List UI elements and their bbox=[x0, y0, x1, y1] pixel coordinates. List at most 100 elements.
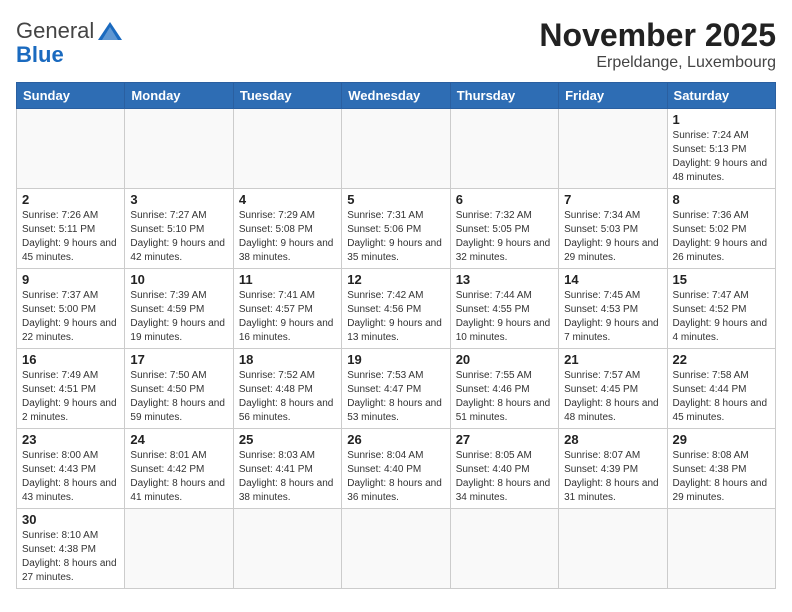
calendar-cell: 13 Sunrise: 7:44 AM Sunset: 4:55 PM Dayli… bbox=[450, 269, 558, 349]
calendar-cell: 3 Sunrise: 7:27 AM Sunset: 5:10 PM Daylig… bbox=[125, 189, 233, 269]
title-area: November 2025 Erpeldange, Luxembourg bbox=[539, 16, 776, 72]
day-info: Sunrise: 8:05 AM Sunset: 4:40 PM Dayligh… bbox=[456, 449, 553, 505]
day-info: Sunrise: 8:04 AM Sunset: 4:40 PM Dayligh… bbox=[347, 449, 444, 505]
day-number: 8 bbox=[673, 192, 770, 207]
day-number: 13 bbox=[456, 272, 553, 287]
day-info: Sunrise: 8:03 AM Sunset: 4:41 PM Dayligh… bbox=[239, 449, 336, 505]
day-number: 4 bbox=[239, 192, 336, 207]
calendar-cell bbox=[342, 509, 450, 589]
location-subtitle: Erpeldange, Luxembourg bbox=[539, 54, 776, 72]
day-number: 15 bbox=[673, 272, 770, 287]
day-info: Sunrise: 8:08 AM Sunset: 4:38 PM Dayligh… bbox=[673, 449, 770, 505]
calendar-cell: 8 Sunrise: 7:36 AM Sunset: 5:02 PM Daylig… bbox=[667, 189, 775, 269]
day-info: Sunrise: 7:36 AM Sunset: 5:02 PM Dayligh… bbox=[673, 209, 770, 265]
day-number: 3 bbox=[130, 192, 227, 207]
calendar-cell: 11Sunrise: 7:41 AM Sunset: 4:57 PM Dayli… bbox=[233, 269, 341, 349]
day-info: Sunrise: 7:34 AM Sunset: 5:03 PM Dayligh… bbox=[564, 209, 661, 265]
calendar-cell: 17 Sunrise: 7:50 AM Sunset: 4:50 PM Dayli… bbox=[125, 349, 233, 429]
day-number: 28 bbox=[564, 432, 661, 447]
day-info: Sunrise: 7:24 AM Sunset: 5:13 PM Dayligh… bbox=[673, 129, 770, 185]
day-info: Sunrise: 8:10 AM Sunset: 4:38 PM Dayligh… bbox=[22, 529, 119, 585]
logo-area: General Blue bbox=[16, 16, 124, 68]
calendar-cell bbox=[559, 109, 667, 189]
calendar-cell: 27 Sunrise: 8:05 AM Sunset: 4:40 PM Dayli… bbox=[450, 429, 558, 509]
calendar-cell: 23 Sunrise: 8:00 AM Sunset: 4:43 PM Dayli… bbox=[17, 429, 125, 509]
calendar-cell bbox=[667, 509, 775, 589]
header-wednesday: Wednesday bbox=[342, 83, 450, 109]
calendar-cell bbox=[559, 509, 667, 589]
calendar-cell bbox=[125, 109, 233, 189]
day-info: Sunrise: 7:57 AM Sunset: 4:45 PM Dayligh… bbox=[564, 369, 661, 425]
calendar-row: 1 Sunrise: 7:24 AM Sunset: 5:13 PM Daylig… bbox=[17, 109, 776, 189]
day-number: 30 bbox=[22, 512, 119, 527]
calendar-row: 23 Sunrise: 8:00 AM Sunset: 4:43 PM Dayli… bbox=[17, 429, 776, 509]
header-saturday: Saturday bbox=[667, 83, 775, 109]
calendar-row: 2Sunrise: 7:26 AM Sunset: 5:11 PM Daylig… bbox=[17, 189, 776, 269]
day-info: Sunrise: 7:52 AM Sunset: 4:48 PM Dayligh… bbox=[239, 369, 336, 425]
header-thursday: Thursday bbox=[450, 83, 558, 109]
calendar-cell: 19Sunrise: 7:53 AM Sunset: 4:47 PM Dayli… bbox=[342, 349, 450, 429]
calendar-cell: 26Sunrise: 8:04 AM Sunset: 4:40 PM Dayli… bbox=[342, 429, 450, 509]
day-info: Sunrise: 7:49 AM Sunset: 4:51 PM Dayligh… bbox=[22, 369, 119, 425]
day-number: 10 bbox=[130, 272, 227, 287]
day-info: Sunrise: 8:00 AM Sunset: 4:43 PM Dayligh… bbox=[22, 449, 119, 505]
day-info: Sunrise: 7:37 AM Sunset: 5:00 PM Dayligh… bbox=[22, 289, 119, 345]
day-number: 7 bbox=[564, 192, 661, 207]
day-info: Sunrise: 7:32 AM Sunset: 5:05 PM Dayligh… bbox=[456, 209, 553, 265]
month-year-title: November 2025 bbox=[539, 16, 776, 54]
calendar-cell: 25Sunrise: 8:03 AM Sunset: 4:41 PM Dayli… bbox=[233, 429, 341, 509]
day-number: 6 bbox=[456, 192, 553, 207]
day-number: 2 bbox=[22, 192, 119, 207]
calendar-row: 16 Sunrise: 7:49 AM Sunset: 4:51 PM Dayli… bbox=[17, 349, 776, 429]
calendar-cell: 14 Sunrise: 7:45 AM Sunset: 4:53 PM Dayli… bbox=[559, 269, 667, 349]
day-info: Sunrise: 7:55 AM Sunset: 4:46 PM Dayligh… bbox=[456, 369, 553, 425]
day-info: Sunrise: 7:47 AM Sunset: 4:52 PM Dayligh… bbox=[673, 289, 770, 345]
day-number: 5 bbox=[347, 192, 444, 207]
day-number: 11 bbox=[239, 272, 336, 287]
calendar-cell bbox=[17, 109, 125, 189]
calendar-cell: 15 Sunrise: 7:47 AM Sunset: 4:52 PM Dayli… bbox=[667, 269, 775, 349]
calendar-cell: 21 Sunrise: 7:57 AM Sunset: 4:45 PM Dayli… bbox=[559, 349, 667, 429]
logo-icon bbox=[96, 18, 124, 46]
day-number: 17 bbox=[130, 352, 227, 367]
day-info: Sunrise: 7:53 AM Sunset: 4:47 PM Dayligh… bbox=[347, 369, 444, 425]
day-number: 18 bbox=[239, 352, 336, 367]
day-info: Sunrise: 7:31 AM Sunset: 5:06 PM Dayligh… bbox=[347, 209, 444, 265]
calendar-row: 30 Sunrise: 8:10 AM Sunset: 4:38 PM Dayli… bbox=[17, 509, 776, 589]
calendar-cell: 4 Sunrise: 7:29 AM Sunset: 5:08 PM Daylig… bbox=[233, 189, 341, 269]
day-info: Sunrise: 7:45 AM Sunset: 4:53 PM Dayligh… bbox=[564, 289, 661, 345]
day-number: 1 bbox=[673, 112, 770, 127]
day-info: Sunrise: 7:29 AM Sunset: 5:08 PM Dayligh… bbox=[239, 209, 336, 265]
day-info: Sunrise: 8:01 AM Sunset: 4:42 PM Dayligh… bbox=[130, 449, 227, 505]
day-info: Sunrise: 7:50 AM Sunset: 4:50 PM Dayligh… bbox=[130, 369, 227, 425]
calendar-cell bbox=[450, 509, 558, 589]
day-number: 23 bbox=[22, 432, 119, 447]
logo-blue-text: Blue bbox=[16, 42, 64, 68]
day-number: 14 bbox=[564, 272, 661, 287]
calendar-cell: 5 Sunrise: 7:31 AM Sunset: 5:06 PM Daylig… bbox=[342, 189, 450, 269]
calendar-cell: 10Sunrise: 7:39 AM Sunset: 4:59 PM Dayli… bbox=[125, 269, 233, 349]
day-number: 20 bbox=[456, 352, 553, 367]
day-info: Sunrise: 7:42 AM Sunset: 4:56 PM Dayligh… bbox=[347, 289, 444, 345]
calendar-cell: 20 Sunrise: 7:55 AM Sunset: 4:46 PM Dayli… bbox=[450, 349, 558, 429]
day-number: 16 bbox=[22, 352, 119, 367]
day-info: Sunrise: 7:44 AM Sunset: 4:55 PM Dayligh… bbox=[456, 289, 553, 345]
logo-general-text: General bbox=[16, 18, 94, 44]
day-info: Sunrise: 8:07 AM Sunset: 4:39 PM Dayligh… bbox=[564, 449, 661, 505]
day-number: 29 bbox=[673, 432, 770, 447]
day-number: 27 bbox=[456, 432, 553, 447]
calendar-cell: 6 Sunrise: 7:32 AM Sunset: 5:05 PM Daylig… bbox=[450, 189, 558, 269]
header-friday: Friday bbox=[559, 83, 667, 109]
calendar-cell: 29 Sunrise: 8:08 AM Sunset: 4:38 PM Dayli… bbox=[667, 429, 775, 509]
day-info: Sunrise: 7:27 AM Sunset: 5:10 PM Dayligh… bbox=[130, 209, 227, 265]
calendar-cell: 2Sunrise: 7:26 AM Sunset: 5:11 PM Daylig… bbox=[17, 189, 125, 269]
calendar-cell: 24Sunrise: 8:01 AM Sunset: 4:42 PM Dayli… bbox=[125, 429, 233, 509]
calendar-cell: 16 Sunrise: 7:49 AM Sunset: 4:51 PM Dayli… bbox=[17, 349, 125, 429]
header: General Blue November 2025 Erpeldange, L… bbox=[16, 16, 776, 72]
header-tuesday: Tuesday bbox=[233, 83, 341, 109]
calendar-table: Sunday Monday Tuesday Wednesday Thursday… bbox=[16, 82, 776, 589]
day-number: 21 bbox=[564, 352, 661, 367]
calendar-cell: 30 Sunrise: 8:10 AM Sunset: 4:38 PM Dayli… bbox=[17, 509, 125, 589]
header-sunday: Sunday bbox=[17, 83, 125, 109]
calendar-cell bbox=[450, 109, 558, 189]
